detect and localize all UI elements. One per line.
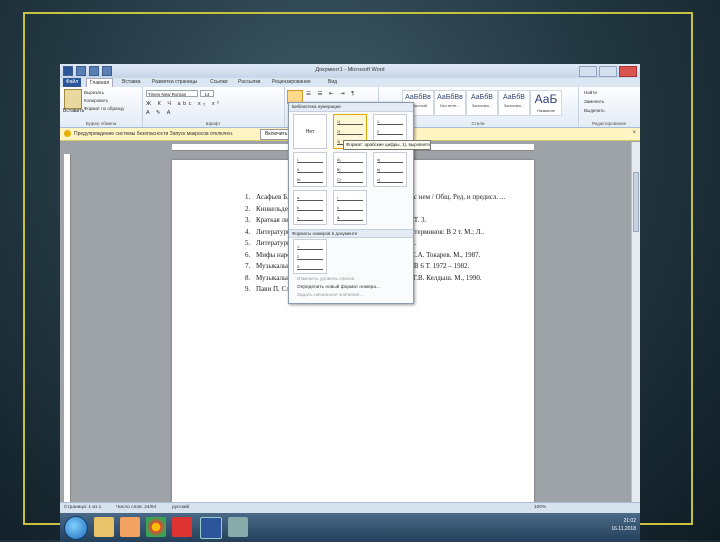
window-title: Документ1 - Microsoft Word [315, 67, 385, 73]
find-button[interactable]: Найти [584, 90, 597, 95]
title-bar: Документ1 - Microsoft Word [60, 64, 640, 79]
status-page[interactable]: Страница: 1 из 1 [64, 505, 101, 510]
tab-references[interactable]: Ссылки [210, 79, 228, 85]
tab-review[interactable]: Рецензирование [272, 79, 311, 85]
tab-insert[interactable]: Вставка [122, 79, 141, 85]
group-font: Times New Roman 14 Ж К Ч abc x₂ x² A ✎ A… [142, 87, 285, 127]
word-icon[interactable] [200, 517, 222, 539]
replace-button[interactable]: Заменить [584, 99, 604, 104]
select-button[interactable]: Выделить [584, 108, 605, 113]
font-format-buttons[interactable]: Ж К Ч abc x₂ x² [146, 101, 221, 107]
list-buttons[interactable]: ☰ ☰ ⇤ ⇥ ¶ [306, 91, 357, 97]
window-controls [579, 66, 637, 77]
document-numbering-format[interactable]: 1. 2. 3. [293, 239, 327, 274]
paste-button[interactable]: Вставить [63, 108, 84, 114]
status-language[interactable]: русский [172, 505, 189, 510]
close-button[interactable] [619, 66, 637, 77]
tab-view[interactable]: Вид [328, 79, 337, 85]
zoom-level[interactable]: 100% [534, 505, 546, 510]
vertical-scrollbar[interactable] [631, 142, 640, 514]
menu-define-new-format[interactable]: Определить новый формат номера... [297, 285, 380, 290]
ribbon-tabs: Файл Главная Вставка Разметка страницы С… [60, 78, 640, 87]
system-tray-clock[interactable]: 21:02 16.11.2018 [611, 517, 636, 533]
numbering-format-lower-roman[interactable]: i. ii. iii. [333, 190, 367, 225]
group-clipboard: Вставить Вырезать Копировать Формат по о… [60, 87, 143, 127]
scrollbar-thumb[interactable] [633, 172, 639, 232]
style-heading-1[interactable]: АаБбВ Заголово... [466, 90, 498, 116]
minimize-button[interactable] [579, 66, 597, 77]
gallery-section-document: Форматы номеров в документе [289, 229, 413, 238]
copy-button[interactable]: Копировать [84, 98, 108, 103]
style-title[interactable]: АаБ Название [530, 90, 562, 116]
numbering-format-upper-letter[interactable]: A) B) C) [333, 152, 367, 187]
format-painter-button[interactable]: Формат по образцу [84, 106, 124, 111]
media-icon[interactable] [120, 517, 140, 537]
vertical-ruler[interactable] [64, 154, 71, 514]
numbering-format-lower-letter-dot[interactable]: a. b. c. [293, 190, 327, 225]
tab-home[interactable]: Главная [86, 78, 114, 87]
paste-icon[interactable] [64, 89, 82, 109]
maximize-button[interactable] [599, 66, 617, 77]
pdf-icon[interactable] [172, 517, 192, 537]
tab-page-layout[interactable]: Разметка страницы [152, 79, 197, 85]
close-icon[interactable]: × [632, 130, 636, 136]
numbering-format-roman[interactable]: I. II. III. [293, 152, 327, 187]
shield-icon [64, 130, 71, 137]
font-color-buttons[interactable]: A ✎ A [146, 110, 173, 116]
start-button[interactable] [64, 516, 88, 540]
gallery-header: Библиотека нумерации [289, 103, 413, 112]
cut-button[interactable]: Вырезать [84, 90, 104, 95]
word-screenshot: Документ1 - Microsoft Word Файл Главная … [60, 64, 640, 542]
style-no-spacing[interactable]: АаБбВв Без инте... [434, 90, 466, 116]
menu-set-start-value[interactable]: Задать начальное значение... [297, 293, 364, 298]
windows-taskbar: 21:02 16.11.2018 [60, 513, 640, 542]
menu-change-list-level[interactable]: Изменить уровень списка [297, 277, 354, 282]
security-message: Предупреждение системы безопасности Запу… [74, 131, 234, 137]
font-size-select[interactable]: 14 [200, 90, 214, 97]
group-label: Буфер обмена [85, 121, 117, 126]
tab-mailings[interactable]: Рассылки [238, 79, 260, 85]
group-editing: Найти Заменить Выделить Редактирование [578, 87, 640, 127]
chrome-icon[interactable] [146, 517, 166, 537]
explorer-icon[interactable] [94, 517, 114, 537]
style-heading-2[interactable]: АаБбВ Заголово... [498, 90, 530, 116]
group-label: Редактирование [591, 121, 627, 126]
font-name-select[interactable]: Times New Roman [146, 90, 198, 97]
status-words[interactable]: Число слов: 24/94 [116, 505, 156, 510]
tab-file[interactable]: Файл [63, 78, 81, 87]
numbering-library-dropdown: Библиотека нумерации Нет 1) 2) 3) 1. 2. … [288, 102, 414, 304]
group-label: Шрифт [205, 121, 221, 126]
numbering-none[interactable]: Нет [293, 114, 327, 149]
format-tooltip: Формат: арабские цифры, 1), выровнять... [343, 140, 431, 150]
numbering-format-lower-letter-paren[interactable]: a) b) c) [373, 152, 407, 187]
app-icon[interactable] [228, 517, 248, 537]
